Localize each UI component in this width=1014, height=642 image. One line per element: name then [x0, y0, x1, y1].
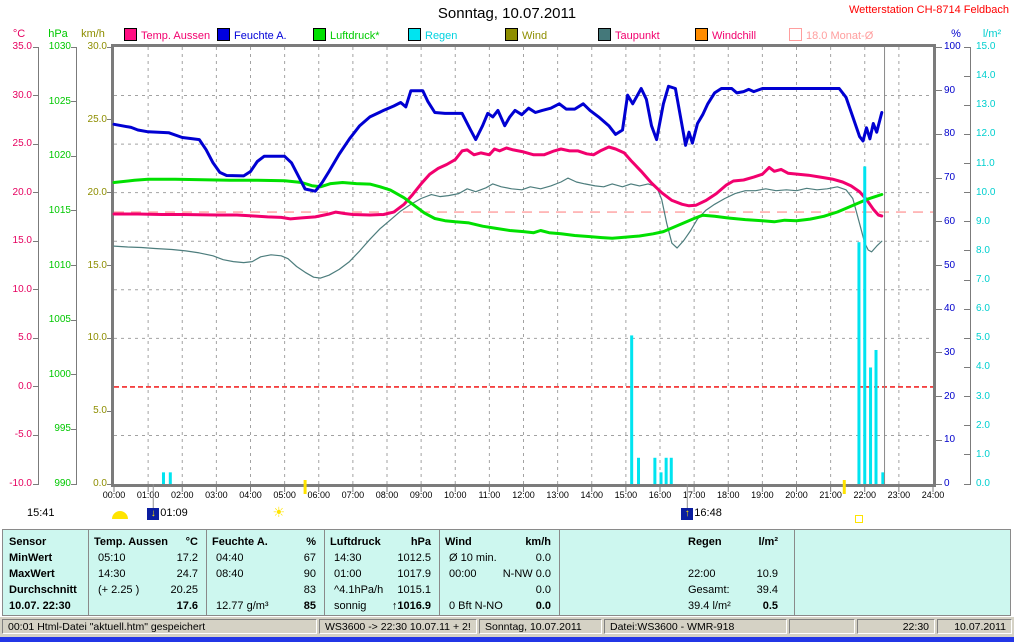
weather-app-window: Sonntag, 10.07.2011 Wetterstation CH-871… [0, 0, 1014, 642]
cell-value: 10.9 [756, 568, 778, 580]
rain-bar [161, 472, 165, 484]
cell-value: 1017.9 [397, 568, 431, 580]
status-panel-0: 00:01 Html-Datei "aktuell.htm" gespeiche… [2, 619, 317, 634]
row-label: Durchschnitt [9, 584, 77, 596]
cell-value: 83 [303, 584, 316, 596]
rain-bar [857, 242, 861, 484]
column-unit: l/m² [758, 536, 778, 548]
rain-bar [669, 457, 673, 484]
cell-value: 0.0 [535, 600, 551, 612]
status-bar: 00:01 Html-Datei "aktuell.htm" gespeiche… [0, 617, 1014, 637]
cell-value: ↑1016.9 [391, 600, 431, 612]
sensor-summary-table: Sensor MinWert MaxWert Durchschnitt 10.07. 2… [2, 529, 1011, 616]
row-label: 10.07. 22:30 [9, 600, 71, 612]
sun-icon: ☀ [272, 504, 286, 520]
cell-value: 20.25 [170, 584, 198, 596]
luftdruck-curve [112, 177, 884, 240]
rain-bar [863, 166, 867, 485]
cell-value: 67 [303, 552, 316, 564]
cell-value: 0.0 [535, 584, 551, 596]
bottom-left-time: 15:41 [27, 507, 55, 519]
status-panel-2: Sonntag, 10.07.2011 [479, 619, 602, 634]
column-unit: % [306, 536, 316, 548]
rain-bar [869, 367, 873, 484]
row-label: Sensor [9, 536, 47, 548]
status-panel-5: 22:30 [857, 619, 935, 634]
status-panel-3: Datei:WS3600 - WMR-918 [604, 619, 787, 634]
rain-bar [637, 457, 641, 484]
arrow-up-icon: ↑ [681, 508, 694, 520]
column-unit: km/h [525, 536, 551, 548]
cell-value: 17.2 [176, 552, 198, 564]
rain-bar [659, 472, 663, 484]
status-panel-1: WS3600 -> 22:30 10.07.11 + 2! [319, 619, 477, 634]
cell-value: 39.4 [756, 584, 778, 596]
sunset-square-icon [854, 515, 863, 523]
cell-value: 24.7 [176, 568, 198, 580]
cell-value: 85 [303, 600, 316, 612]
time-marker-down-label: 01:09 [160, 507, 188, 519]
feuchte-a-curve [112, 84, 884, 193]
column-unit: hPa [410, 536, 431, 548]
cell-value: 0.0 [535, 552, 551, 564]
arrow-down-icon: ↓ [147, 508, 160, 520]
cell-value: 90 [303, 568, 316, 580]
rain-bar [881, 472, 885, 484]
sun-tick [303, 480, 307, 494]
cell-value: N-NW 0.0 [502, 568, 551, 580]
sun-tick [842, 480, 846, 494]
row-label: MinWert [9, 552, 53, 564]
status-panel-6: 10.07.2011 [937, 619, 1012, 634]
cell-value: 0.5 [762, 600, 778, 612]
cell-value: 17.6 [176, 600, 198, 612]
rain-bar [168, 472, 172, 484]
status-panel-4 [789, 619, 855, 634]
rain-bar [874, 349, 878, 484]
temp-aussen-curve [112, 145, 884, 221]
cell-value: 1012.5 [397, 552, 431, 564]
rain-bar [653, 457, 657, 484]
rain-bar [630, 335, 634, 484]
rain-bar [664, 457, 668, 484]
time-marker-up-label: 16:48 [694, 507, 722, 519]
row-label: MaxWert [9, 568, 55, 580]
cell-value: 1015.1 [397, 584, 431, 596]
bottom-window-edge [0, 637, 1014, 642]
column-unit: °C [185, 536, 198, 548]
